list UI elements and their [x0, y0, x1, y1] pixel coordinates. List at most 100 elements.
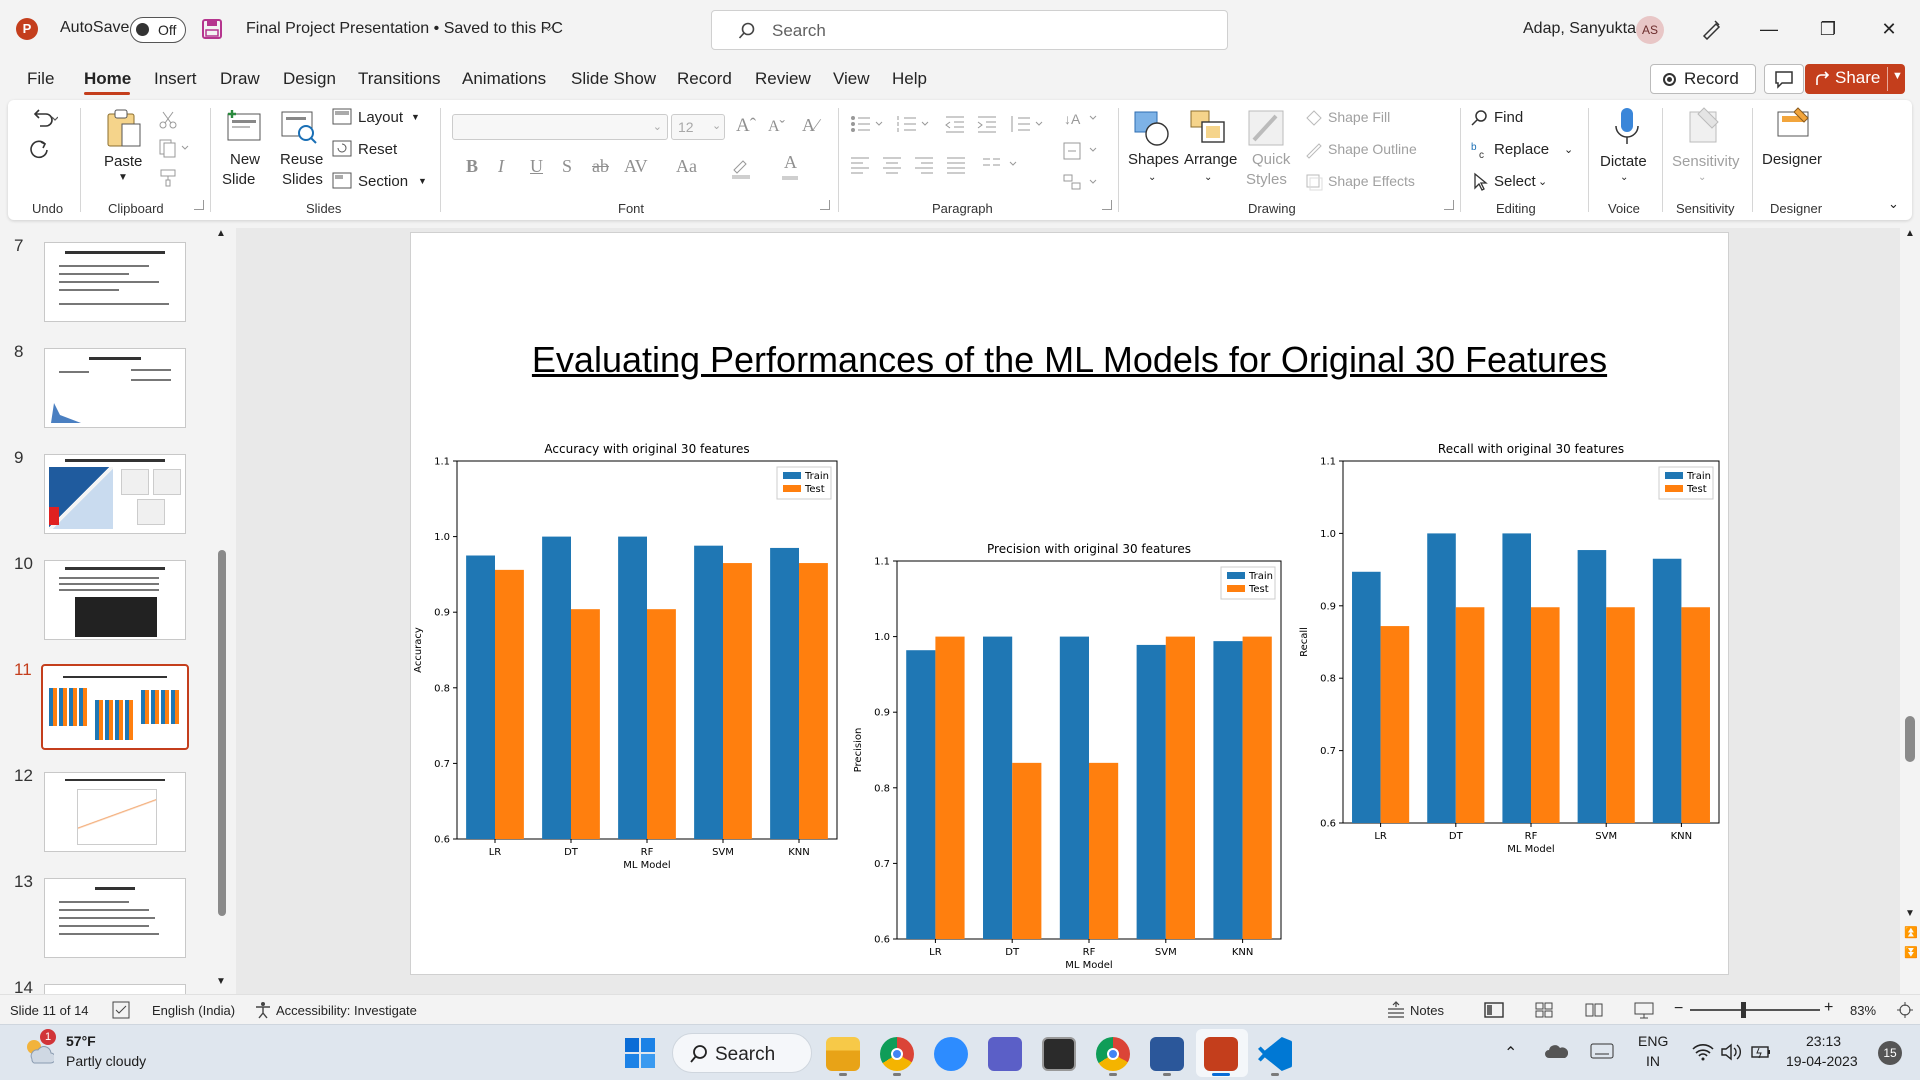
teams-icon[interactable]: [988, 1037, 1022, 1071]
decrease-indent-icon[interactable]: [944, 114, 966, 134]
shadow-icon[interactable]: S: [562, 156, 572, 177]
bold-icon[interactable]: B: [466, 156, 478, 177]
shapes-icon[interactable]: [1132, 108, 1172, 148]
character-spacing-icon[interactable]: AV: [624, 156, 648, 177]
section-icon[interactable]: [332, 172, 352, 190]
minimize-icon[interactable]: —: [1754, 14, 1784, 44]
layout-icon[interactable]: [332, 108, 352, 126]
tab-transitions[interactable]: Transitions: [358, 69, 441, 89]
zoom-out-icon[interactable]: −: [1674, 1000, 1683, 1018]
chevron-down-icon[interactable]: ⌄: [1564, 143, 1573, 156]
shape-effects-icon[interactable]: [1304, 172, 1324, 192]
vscode-icon[interactable]: [1258, 1037, 1292, 1071]
spelling-icon[interactable]: [112, 1001, 130, 1019]
zoom-level[interactable]: 83%: [1850, 1003, 1876, 1018]
thumbnail-scrollbar[interactable]: ▲ ▼: [216, 228, 228, 994]
select-button[interactable]: Select: [1494, 173, 1536, 190]
section-button[interactable]: Section: [358, 173, 408, 190]
comments-button[interactable]: [1764, 64, 1804, 94]
slide-title[interactable]: Evaluating Performances of the ML Models…: [411, 339, 1728, 381]
justify-icon[interactable]: [946, 156, 966, 174]
chrome-profile-icon[interactable]: [1096, 1037, 1130, 1071]
arrange-button[interactable]: Arrange: [1184, 151, 1237, 168]
next-slide-icon[interactable]: ⏬: [1904, 946, 1918, 959]
slide-thumbnail-7[interactable]: [44, 242, 186, 322]
sensitivity-icon[interactable]: [1686, 106, 1722, 148]
chevron-down-icon[interactable]: ⌄: [1204, 172, 1212, 183]
autosave-toggle[interactable]: Off: [130, 17, 186, 43]
align-left-icon[interactable]: [850, 156, 870, 174]
chevron-down-icon[interactable]: ⌄: [1148, 172, 1156, 183]
terminal-icon[interactable]: [1042, 1037, 1076, 1071]
notes-button[interactable]: Notes: [1410, 1003, 1444, 1018]
designer-button[interactable]: Designer: [1762, 151, 1822, 168]
zoom-slider[interactable]: [1690, 1009, 1820, 1011]
reset-button[interactable]: Reset: [358, 141, 397, 158]
slide-thumbnail-10[interactable]: [44, 560, 186, 640]
accuracy-chart[interactable]: Accuracy with original 30 features 0.6 0.7…: [411, 433, 841, 883]
new-slide-label-2[interactable]: Slide: [222, 171, 255, 188]
clock-date[interactable]: 19-04-2023: [1786, 1053, 1858, 1069]
numbering-icon[interactable]: [896, 114, 930, 134]
quick-styles-label-2[interactable]: Styles: [1246, 171, 1287, 188]
avatar[interactable]: AS: [1636, 16, 1664, 44]
shape-effects-button[interactable]: Shape Effects: [1328, 173, 1415, 189]
share-button[interactable]: Share ▼: [1805, 64, 1905, 94]
new-slide-icon[interactable]: [226, 108, 264, 144]
restore-icon[interactable]: ❐: [1813, 14, 1843, 44]
tab-animations[interactable]: Animations: [462, 69, 546, 89]
chevron-down-icon[interactable]: ▼: [1892, 70, 1903, 82]
reuse-slides-label-2[interactable]: Slides: [282, 171, 323, 188]
weather-description[interactable]: Partly cloudy: [66, 1053, 146, 1069]
change-case-icon[interactable]: Aa: [676, 156, 697, 177]
increase-font-icon[interactable]: Aˆ: [736, 115, 756, 137]
onedrive-icon[interactable]: [1544, 1043, 1568, 1059]
battery-icon[interactable]: [1750, 1043, 1772, 1061]
quick-styles-label-1[interactable]: Quick: [1252, 151, 1290, 168]
tab-record[interactable]: Record: [677, 69, 732, 89]
redo-icon[interactable]: [28, 138, 52, 162]
collapse-ribbon-icon[interactable]: ⌄: [1888, 196, 1899, 212]
reading-view-icon[interactable]: [1584, 1001, 1604, 1019]
paragraph-launcher-icon[interactable]: [1102, 200, 1112, 210]
slide-show-icon[interactable]: [1634, 1001, 1654, 1019]
chevron-down-icon[interactable]: ⌄: [1538, 175, 1547, 188]
quick-styles-icon[interactable]: [1246, 108, 1286, 148]
show-hidden-icons-icon[interactable]: ⌃: [1504, 1043, 1517, 1063]
tab-slide-show[interactable]: Slide Show: [571, 69, 656, 89]
windows-start-icon[interactable]: [624, 1037, 656, 1069]
word-icon[interactable]: [1150, 1037, 1184, 1071]
cut-icon[interactable]: [158, 110, 178, 130]
zoom-in-icon[interactable]: +: [1824, 999, 1833, 1017]
select-icon[interactable]: [1470, 172, 1490, 192]
volume-icon[interactable]: [1720, 1043, 1742, 1061]
slide-thumbnail-11[interactable]: [41, 664, 189, 750]
precision-chart[interactable]: Precision with original 30 features 0.6 0.…: [853, 533, 1283, 973]
slide-scrollbar[interactable]: ▲ ▼ ⏫ ⏬: [1902, 228, 1918, 994]
chevron-down-icon[interactable]: ⌵: [544, 20, 553, 35]
layout-button[interactable]: Layout: [358, 109, 403, 126]
keyboard-icon[interactable]: [1590, 1043, 1614, 1059]
font-launcher-icon[interactable]: [820, 200, 830, 210]
tab-view[interactable]: View: [833, 69, 870, 89]
align-text-icon[interactable]: [1062, 140, 1102, 162]
accessibility-icon[interactable]: [254, 1001, 272, 1019]
chrome-icon[interactable]: [880, 1037, 914, 1071]
chevron-down-icon[interactable]: ▼: [118, 172, 128, 183]
smartart-icon[interactable]: [1062, 172, 1102, 194]
align-right-icon[interactable]: [914, 156, 934, 174]
find-button[interactable]: Find: [1494, 109, 1523, 126]
copy-icon[interactable]: [158, 138, 192, 158]
shapes-button[interactable]: Shapes: [1128, 151, 1179, 168]
tab-file[interactable]: File: [27, 69, 54, 89]
search-box[interactable]: Search: [711, 10, 1228, 50]
previous-slide-icon[interactable]: ⏫: [1904, 926, 1918, 939]
powerpoint-icon[interactable]: [1204, 1037, 1238, 1071]
save-icon[interactable]: [202, 19, 222, 39]
document-title[interactable]: Final Project Presentation • Saved to th…: [246, 20, 563, 38]
line-spacing-icon[interactable]: [1008, 114, 1044, 134]
paste-icon[interactable]: [104, 108, 144, 150]
scroll-thumb[interactable]: [1905, 716, 1915, 762]
clock-time[interactable]: 23:13: [1806, 1033, 1841, 1049]
increase-indent-icon[interactable]: [976, 114, 998, 134]
